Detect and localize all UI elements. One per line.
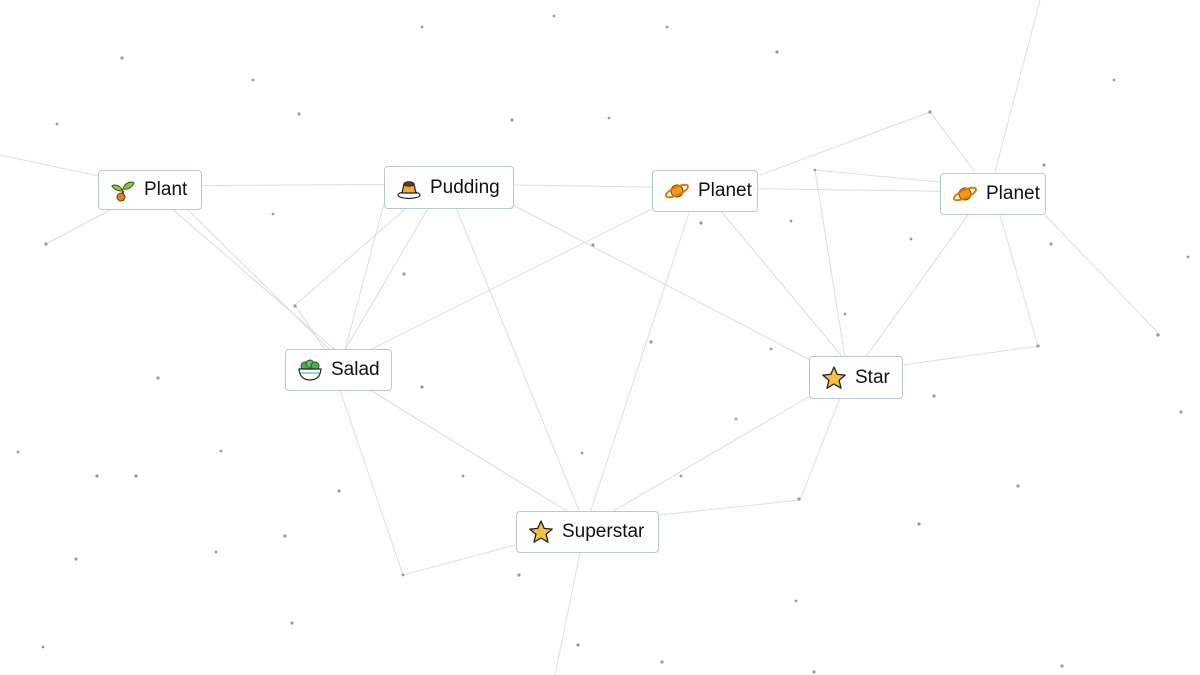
item-plant[interactable]: Plant (98, 170, 202, 210)
salad-icon (297, 357, 323, 383)
item-label: Planet (986, 183, 1040, 204)
item-label: Salad (331, 359, 380, 380)
item-star[interactable]: Star (809, 356, 903, 399)
star-icon (528, 519, 554, 545)
item-label: Plant (144, 179, 188, 200)
sprout-icon (110, 177, 136, 203)
planet-icon (952, 181, 978, 207)
item-planet[interactable]: Planet (940, 173, 1046, 215)
star-icon (821, 365, 847, 391)
item-label: Planet (698, 180, 752, 201)
background-network (0, 0, 1190, 675)
item-label: Pudding (430, 176, 500, 198)
item-salad[interactable]: Salad (285, 349, 392, 391)
item-pudding[interactable]: Pudding (384, 166, 514, 209)
planet-icon (664, 178, 690, 204)
pudding-icon (396, 175, 422, 201)
item-superstar[interactable]: Superstar (516, 511, 659, 553)
item-label: Superstar (562, 521, 645, 542)
item-planet[interactable]: Planet (652, 170, 758, 212)
item-label: Star (855, 366, 890, 388)
